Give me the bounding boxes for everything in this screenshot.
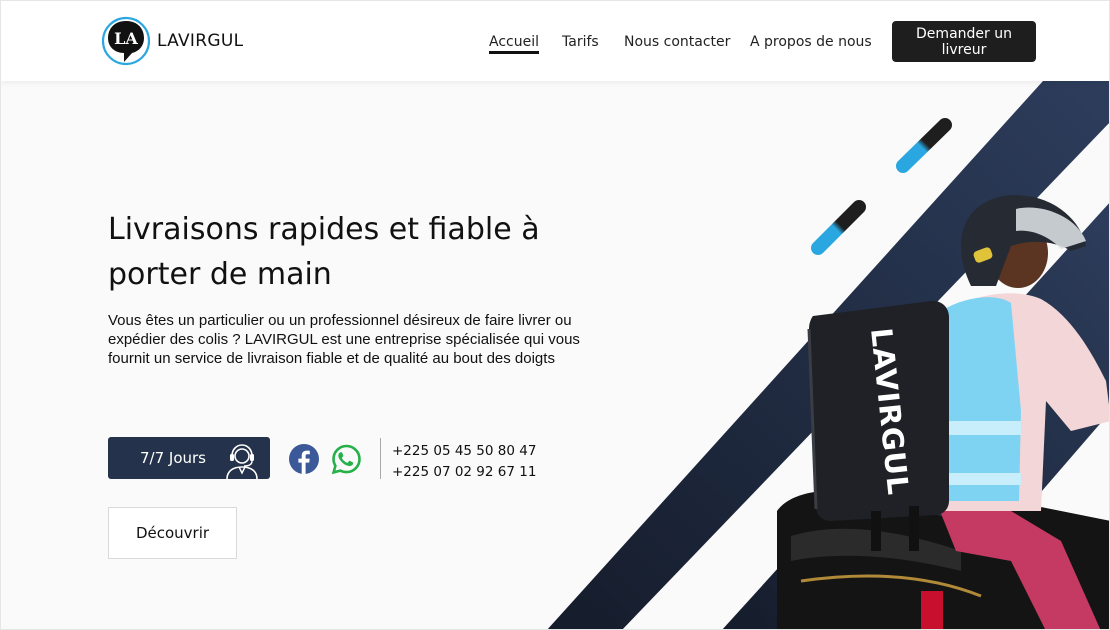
facebook-icon[interactable] bbox=[289, 444, 319, 474]
hero-title: Livraisons rapides et fiable à porter de… bbox=[108, 212, 540, 292]
phone-numbers: +225 05 45 50 80 47 +225 07 02 92 67 11 bbox=[392, 441, 536, 483]
nav-nous-contacter[interactable]: Nous contacter bbox=[624, 34, 730, 50]
availability-badge: 7/7 Jours bbox=[108, 437, 270, 479]
accent-pill-2 bbox=[811, 200, 866, 255]
phone-number-1[interactable]: +225 05 45 50 80 47 bbox=[392, 441, 536, 462]
phone-number-2[interactable]: +225 07 02 92 67 11 bbox=[392, 462, 536, 483]
contact-divider bbox=[380, 438, 381, 479]
site-header: LA LAVIRGUL Accueil Tarifs Nous contacte… bbox=[1, 1, 1109, 81]
nav-accueil[interactable]: Accueil bbox=[489, 34, 539, 54]
hero-description: Vous êtes un particulier ou un professio… bbox=[108, 312, 580, 367]
discover-button[interactable]: Découvrir bbox=[108, 507, 237, 559]
whatsapp-icon[interactable] bbox=[331, 444, 362, 475]
hero-illustration: LAVIRGUL bbox=[547, 81, 1109, 629]
availability-label: 7/7 Jours bbox=[140, 449, 206, 467]
page-frame: LA LAVIRGUL Accueil Tarifs Nous contacte… bbox=[0, 0, 1110, 630]
nav-tarifs[interactable]: Tarifs bbox=[562, 34, 599, 50]
accent-pill-1 bbox=[896, 118, 952, 173]
request-courier-button[interactable]: Demander un livreur bbox=[892, 21, 1036, 62]
delivery-backpack: LAVIRGUL bbox=[807, 300, 949, 551]
nav-a-propos[interactable]: A propos de nous bbox=[750, 34, 872, 50]
support-agent-icon bbox=[226, 444, 258, 479]
